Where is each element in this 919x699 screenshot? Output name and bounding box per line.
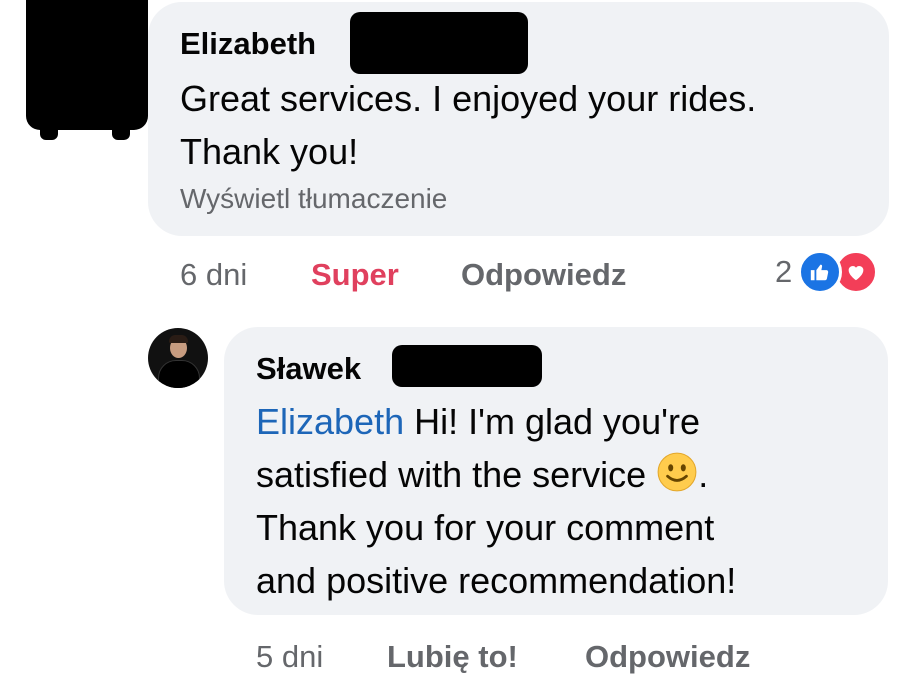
reply-text: Elizabeth Hi! I'm glad you're satisfied … [256,395,876,607]
reply-button[interactable]: Odpowiedz [585,639,750,675]
reply-text-fragment: Hi! I'm glad you're [404,401,700,442]
reply-timestamp[interactable]: 5 dni [256,639,323,675]
reply-text-line: satisfied with the service . [256,448,876,501]
slightly-smiling-face-icon [657,452,697,492]
reply-text-line: Elizabeth Hi! I'm glad you're [256,395,876,448]
mention-link[interactable]: Elizabeth [256,401,404,442]
avatar[interactable] [148,328,208,388]
comment-text-line: Thank you! [180,131,359,172]
like-icon [798,250,843,294]
reply-text-fragment: satisfied with the service [256,454,647,495]
reply-text-line: and positive recommendation! [256,560,737,601]
reaction-summary[interactable]: 2 [775,250,879,294]
reply-author[interactable]: Sławek [256,351,361,387]
comment-author[interactable]: Elizabeth [180,26,316,62]
see-translation-link[interactable]: Wyświetl tłumaczenie [180,183,447,215]
redacted-avatar [26,0,148,140]
reaction-count: 2 [775,254,793,289]
reply-text-line: Thank you for your comment [256,507,715,548]
reply-text-fragment: . [698,454,709,495]
comment-timestamp[interactable]: 6 dni [180,257,247,293]
comment-text-line: Great services. I enjoyed your rides. [180,78,757,119]
redacted-surname [350,12,528,74]
redacted-surname [392,345,542,387]
reaction-button[interactable]: Super [311,257,399,293]
comment-text: Great services. I enjoyed your rides. Th… [180,72,880,178]
like-button[interactable]: Lubię to! [387,639,518,675]
reply-button[interactable]: Odpowiedz [461,257,626,293]
